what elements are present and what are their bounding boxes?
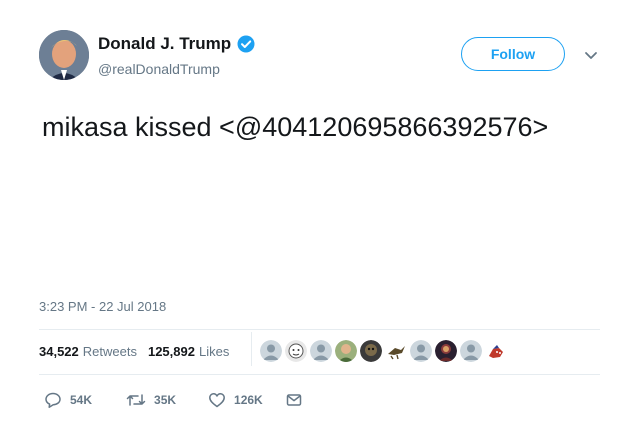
liker-avatar[interactable] — [285, 340, 307, 362]
liker-avatar[interactable] — [360, 340, 382, 362]
display-name[interactable]: Donald J. Trump — [98, 34, 231, 54]
message-icon — [285, 391, 303, 409]
liker-avatars — [260, 340, 507, 362]
likes-stat[interactable]: 125,892 Likes — [148, 344, 229, 359]
likes-label: Likes — [198, 344, 230, 359]
avatar[interactable] — [39, 30, 89, 80]
stats-separator — [251, 332, 252, 366]
direct-message-button[interactable] — [285, 391, 303, 409]
liker-avatar[interactable] — [435, 340, 457, 362]
retweets-count: 34,522 — [39, 344, 79, 359]
tweet-actions: 54K 35K 126K — [44, 391, 303, 409]
verified-badge-icon — [236, 34, 256, 54]
like-count: 126K — [234, 393, 263, 407]
user-handle[interactable]: @realDonaldTrump — [98, 61, 220, 77]
likes-count: 125,892 — [147, 344, 195, 359]
liker-avatar[interactable] — [485, 340, 507, 362]
liker-avatar[interactable] — [385, 340, 407, 362]
liker-avatar[interactable] — [335, 340, 357, 362]
tweet-card: Donald J. Trump @realDonaldTrump Follow … — [0, 0, 640, 439]
liker-avatar[interactable] — [310, 340, 332, 362]
tweet-text: mikasa kissed <@404120695866392576> — [42, 112, 549, 142]
follow-button[interactable]: Follow — [461, 37, 565, 71]
liker-avatar[interactable] — [410, 340, 432, 362]
like-button[interactable]: 126K — [208, 391, 263, 409]
reply-icon — [44, 391, 62, 409]
heart-icon — [208, 391, 226, 409]
tweet-stats: 34,522 Retweets 125,892 Likes — [39, 344, 229, 359]
reply-count: 54K — [70, 393, 93, 407]
retweet-icon — [126, 391, 146, 409]
divider-bottom — [39, 374, 600, 375]
divider-top — [39, 329, 600, 330]
retweets-stat[interactable]: 34,522 Retweets — [39, 344, 137, 359]
reply-button[interactable]: 54K — [44, 391, 92, 409]
retweets-label: Retweets — [82, 344, 137, 359]
liker-avatar[interactable] — [260, 340, 282, 362]
author-name-row[interactable]: Donald J. Trump — [98, 34, 256, 54]
retweet-button[interactable]: 35K — [126, 391, 176, 409]
liker-avatar[interactable] — [460, 340, 482, 362]
retweet-count: 35K — [154, 393, 177, 407]
tweet-timestamp[interactable]: 3:23 PM - 22 Jul 2018 — [39, 299, 166, 314]
chevron-down-icon[interactable] — [584, 48, 598, 62]
